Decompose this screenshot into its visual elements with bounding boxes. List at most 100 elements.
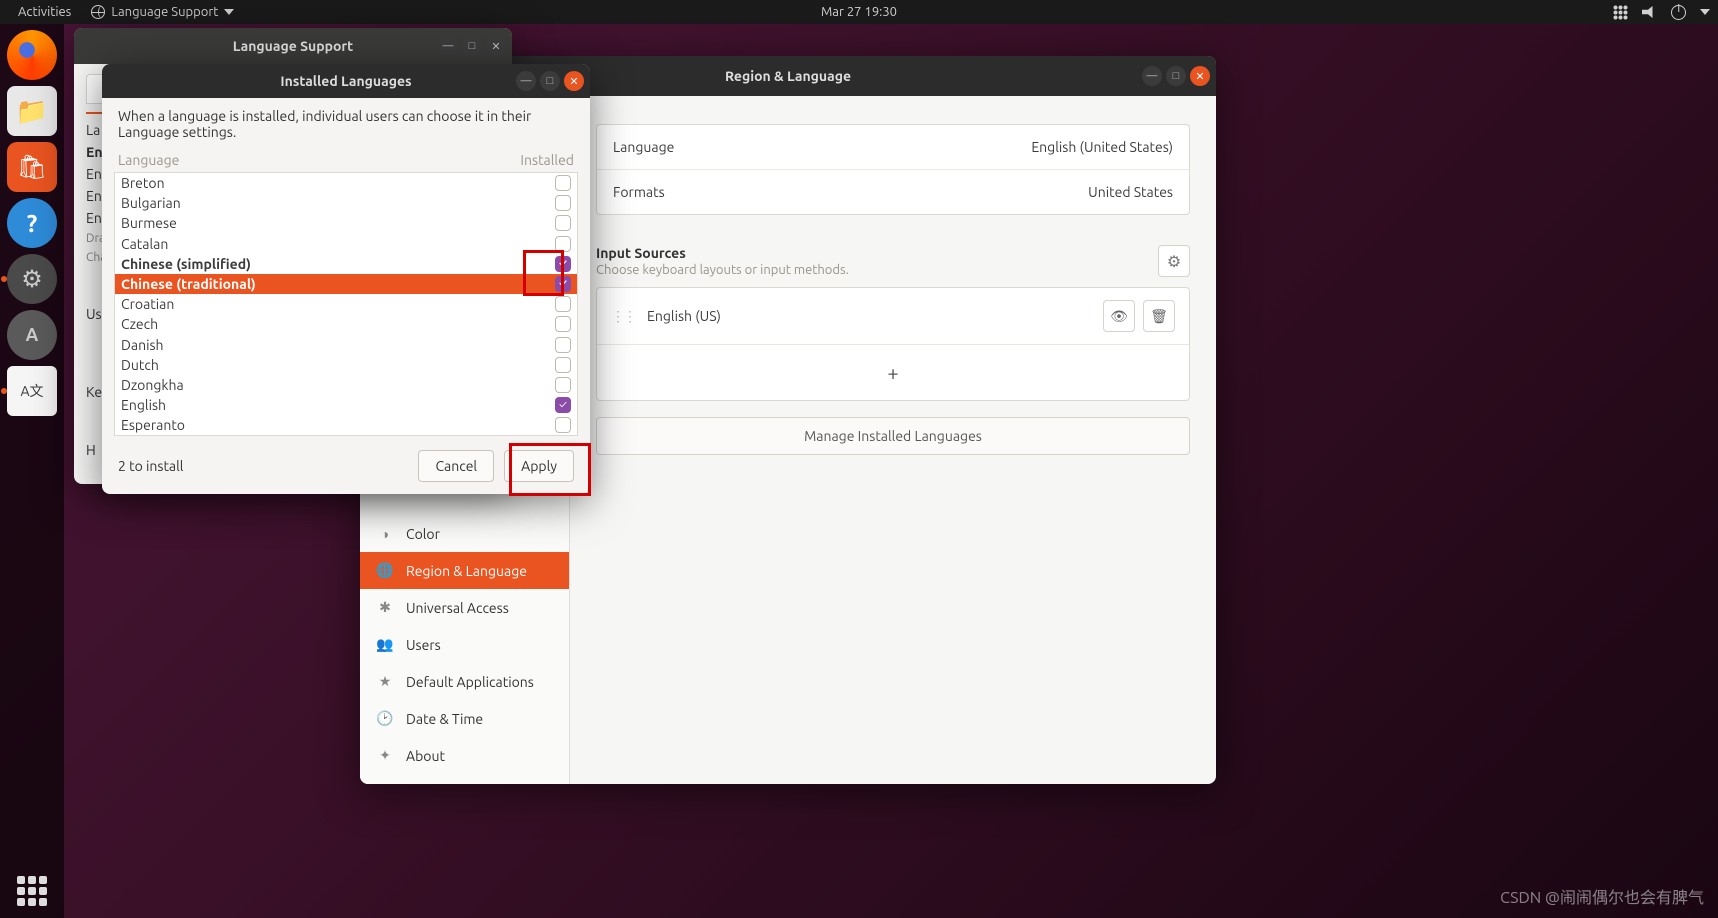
dock-files[interactable] — [7, 86, 57, 136]
language-row[interactable]: Chinese (traditional) — [115, 274, 577, 294]
network-icon — [1613, 5, 1628, 20]
language-row[interactable]: Czech — [115, 314, 577, 334]
sidebar-item-users[interactable]: 👥Users — [360, 626, 569, 663]
language-name: Breton — [121, 175, 165, 191]
input-sources-subtext: Choose keyboard layouts or input methods… — [596, 263, 849, 277]
language-row[interactable]: Bulgarian — [115, 193, 577, 213]
drag-handle-icon[interactable]: ⋮⋮ — [611, 308, 635, 325]
installed-checkbox[interactable] — [555, 256, 571, 272]
language-name: Chinese (traditional) — [121, 276, 256, 292]
installed-checkbox[interactable] — [555, 357, 571, 373]
cancel-button[interactable]: Cancel — [418, 450, 494, 482]
row-key: Language — [613, 139, 674, 155]
input-sources-heading: Input Sources — [596, 245, 849, 261]
close-button[interactable]: ✕ — [564, 71, 584, 91]
row-formats[interactable]: Formats United States — [597, 169, 1189, 214]
installed-checkbox[interactable] — [555, 195, 571, 211]
dock-show-apps[interactable] — [17, 876, 47, 906]
language-name: Danish — [121, 337, 164, 353]
dock-help[interactable] — [7, 198, 57, 248]
language-row[interactable]: Esperanto — [115, 415, 577, 435]
sidebar-label: Universal Access — [406, 600, 509, 616]
globe-icon: 🌐 — [376, 562, 394, 579]
language-row[interactable]: Catalan — [115, 234, 577, 254]
row-value: English (United States) — [1031, 139, 1173, 155]
top-panel: Activities Language Support Mar 27 19:30 — [0, 0, 1718, 24]
trash-icon: 🗑 — [1150, 308, 1168, 325]
language-row[interactable]: Dzongkha — [115, 375, 577, 395]
sidebar-item-region-language[interactable]: 🌐Region & Language — [360, 552, 569, 589]
installed-checkbox[interactable] — [555, 236, 571, 252]
remove-source-button[interactable]: 🗑 — [1143, 300, 1175, 332]
language-name: Dzongkha — [121, 377, 184, 393]
language-list[interactable]: Breton BulgarianBurmese Catalan Chinese (si… — [114, 172, 578, 436]
sidebar-item-default-apps[interactable]: ★Default Applications — [360, 663, 569, 700]
region-card: Language English (United States) Formats… — [596, 124, 1190, 215]
language-row[interactable]: Dutch — [115, 355, 577, 375]
dialog-installed-languages: Installed Languages — □ ✕ When a languag… — [102, 64, 590, 494]
dock-firefox[interactable] — [7, 30, 57, 80]
app-menu-label: Language Support — [111, 5, 218, 19]
language-name: Esperanto — [121, 417, 185, 433]
installed-checkbox[interactable] — [555, 337, 571, 353]
language-row[interactable]: Danish — [115, 335, 577, 355]
minimize-button[interactable]: — — [1142, 66, 1162, 86]
sidebar-item-about[interactable]: ✦About — [360, 737, 569, 774]
installed-checkbox[interactable] — [555, 175, 571, 191]
col-language: Language — [118, 152, 179, 168]
sidebar-item-color[interactable]: ◑Color — [360, 516, 569, 552]
dock-updater[interactable] — [7, 310, 57, 360]
install-status: 2 to install — [118, 458, 183, 474]
activities-button[interactable]: Activities — [8, 5, 81, 19]
language-row[interactable]: Breton — [115, 173, 577, 193]
language-row[interactable]: Chinese (simplified) — [115, 254, 577, 274]
langsupport-header: Language Support — □ ✕ — [74, 28, 512, 64]
eye-icon: 👁 — [1110, 308, 1128, 325]
maximize-button[interactable]: □ — [462, 36, 482, 56]
chevron-down-icon — [1700, 9, 1710, 15]
installed-checkbox[interactable] — [555, 296, 571, 312]
volume-icon — [1642, 5, 1657, 20]
clock[interactable]: Mar 27 19:30 — [821, 5, 897, 19]
language-row[interactable]: Burmese — [115, 213, 577, 233]
row-key: Formats — [613, 184, 665, 200]
minimize-button[interactable]: — — [516, 71, 536, 91]
input-source-label: English (US) — [647, 308, 721, 324]
installed-checkbox[interactable] — [555, 417, 571, 433]
maximize-button[interactable]: □ — [1166, 66, 1186, 86]
add-input-source-button[interactable]: + — [597, 345, 1189, 400]
installed-checkbox[interactable] — [555, 377, 571, 393]
installed-checkbox[interactable] — [555, 276, 571, 292]
settings-title: Region & Language — [725, 68, 851, 84]
sidebar-label: About — [406, 748, 445, 764]
installed-checkbox[interactable] — [555, 397, 571, 413]
language-row[interactable]: English — [115, 395, 577, 415]
input-options-button[interactable]: ⚙ — [1158, 245, 1190, 277]
manage-installed-languages-button[interactable]: Manage Installed Languages — [596, 417, 1190, 455]
users-icon: 👥 — [376, 636, 394, 653]
maximize-button[interactable]: □ — [540, 71, 560, 91]
system-tray[interactable] — [1613, 5, 1710, 20]
sidebar-label: Color — [406, 526, 440, 542]
row-language[interactable]: Language English (United States) — [597, 125, 1189, 169]
language-name: Catalan — [121, 236, 168, 252]
dock-language-support[interactable] — [7, 366, 57, 416]
dock-software[interactable] — [7, 142, 57, 192]
installed-checkbox[interactable] — [555, 215, 571, 231]
close-button[interactable]: ✕ — [486, 36, 506, 56]
input-source-row[interactable]: ⋮⋮ English (US) 👁 🗑 — [597, 288, 1189, 345]
dock — [0, 24, 64, 918]
sidebar-item-datetime[interactable]: 🕑Date & Time — [360, 700, 569, 737]
apply-button[interactable]: Apply — [504, 450, 574, 482]
language-row[interactable]: Croatian — [115, 294, 577, 314]
chevron-down-icon — [224, 9, 234, 15]
app-menu[interactable]: Language Support — [81, 5, 244, 19]
preview-layout-button[interactable]: 👁 — [1103, 300, 1135, 332]
installed-checkbox[interactable] — [555, 316, 571, 332]
close-button[interactable]: ✕ — [1190, 66, 1210, 86]
language-name: English — [121, 397, 166, 413]
minimize-button[interactable]: — — [438, 36, 458, 56]
dock-settings[interactable] — [7, 254, 57, 304]
language-name: Chinese (simplified) — [121, 256, 251, 272]
sidebar-item-universal-access[interactable]: ✱Universal Access — [360, 589, 569, 626]
